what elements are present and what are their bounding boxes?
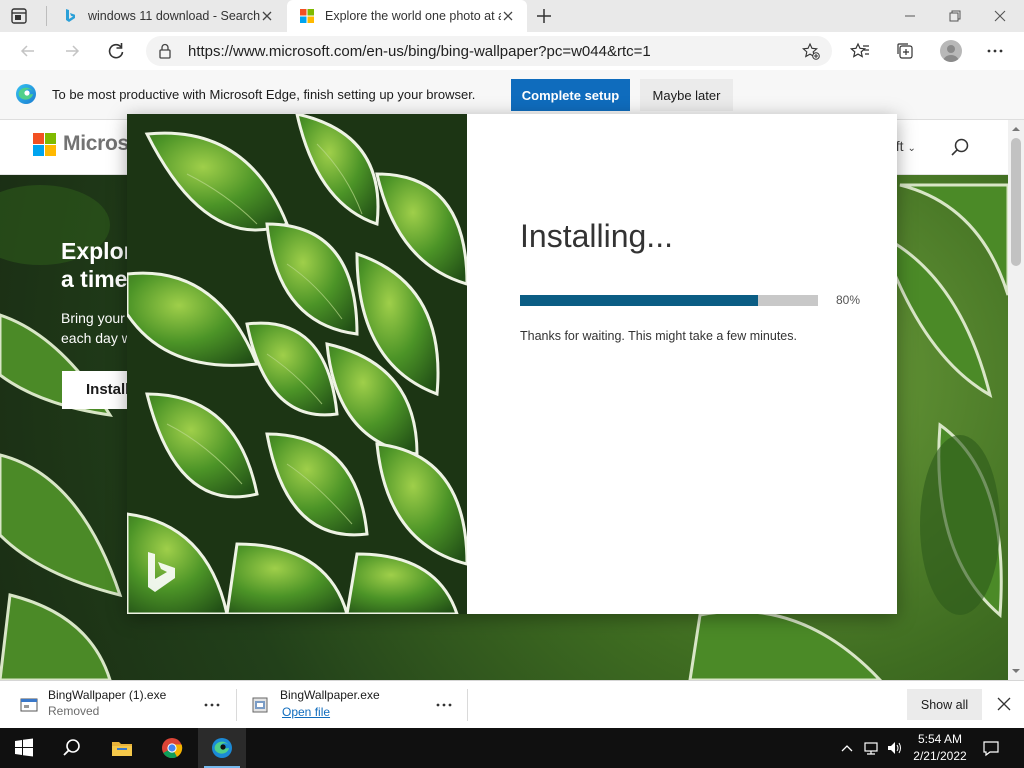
- profile-icon: [943, 45, 959, 62]
- favorites-icon[interactable]: [850, 41, 870, 61]
- clock-date: 2/21/2022: [913, 749, 967, 763]
- progress-percent: 80%: [836, 293, 861, 307]
- install-dialog: Installing... 80% Thanks for waiting. Th…: [127, 114, 897, 614]
- microsoft-favicon-icon: [300, 9, 314, 23]
- installing-title: Installing...: [520, 218, 673, 254]
- tab-strip: windows 11 download - Search Explore the…: [0, 0, 1024, 32]
- download-status: Removed: [48, 704, 100, 718]
- dialog-succulent-image: [127, 114, 467, 614]
- edge-icon: [212, 738, 232, 758]
- refresh-icon[interactable]: [106, 41, 126, 61]
- search-icon[interactable]: [950, 137, 970, 157]
- download-filename: BingWallpaper (1).exe: [48, 688, 167, 702]
- download-more-icon[interactable]: [201, 696, 223, 714]
- microsoft-logo-icon[interactable]: [33, 133, 56, 156]
- tab-separator: [46, 6, 47, 26]
- hero-subtitle: Bring your each day w: [61, 308, 131, 348]
- edge-logo-icon: [16, 84, 36, 104]
- show-all-downloads-button[interactable]: Show all: [907, 689, 982, 720]
- restore-icon[interactable]: [945, 6, 965, 26]
- installer-file-icon: [252, 697, 268, 713]
- start-button[interactable]: [0, 728, 48, 768]
- dialog-content: Installing... 80% Thanks for waiting. Th…: [467, 114, 897, 614]
- notification-icon[interactable]: [982, 739, 1000, 757]
- download-more-icon[interactable]: [433, 696, 455, 714]
- minimize-icon[interactable]: [900, 6, 920, 26]
- collections-icon[interactable]: [895, 41, 915, 61]
- setup-infobar: To be most productive with Microsoft Edg…: [0, 70, 1024, 120]
- download-divider: [467, 689, 468, 721]
- maybe-later-button[interactable]: Maybe later: [640, 79, 733, 111]
- exe-file-icon: [20, 698, 38, 712]
- install-wait-message: Thanks for waiting. This might take a fe…: [520, 329, 797, 343]
- back-arrow-icon[interactable]: [18, 41, 38, 61]
- new-tab-icon[interactable]: [535, 7, 553, 25]
- close-shelf-icon[interactable]: [996, 696, 1012, 712]
- forward-arrow-icon[interactable]: [62, 41, 82, 61]
- open-file-link[interactable]: Open file: [282, 705, 330, 719]
- scroll-down-icon[interactable]: [1008, 664, 1024, 678]
- chrome-button[interactable]: [148, 728, 196, 768]
- file-explorer-button[interactable]: [98, 728, 146, 768]
- download-shelf: BingWallpaper (1).exe Removed BingWallpa…: [0, 680, 1024, 728]
- close-tab-icon[interactable]: [501, 9, 515, 23]
- download-filename: BingWallpaper.exe: [280, 688, 380, 702]
- close-window-icon[interactable]: [990, 6, 1010, 26]
- hero-title-line: a time: [61, 266, 128, 292]
- tab-title: windows 11 download - Search: [88, 9, 261, 23]
- address-url[interactable]: https://www.microsoft.com/en-us/bing/bin…: [188, 43, 651, 60]
- folder-icon: [112, 742, 132, 756]
- taskbar-search-button[interactable]: [48, 728, 96, 768]
- download-item[interactable]: BingWallpaper (1).exe Removed: [0, 681, 236, 729]
- clock-time: 5:54 AM: [917, 732, 963, 746]
- succulent-photo: [127, 114, 467, 614]
- scrollbar-thumb[interactable]: [1011, 138, 1021, 266]
- chevron-down-icon: ⌄: [907, 143, 916, 154]
- volume-icon[interactable]: [886, 740, 902, 756]
- scroll-up-icon[interactable]: [1008, 122, 1024, 136]
- chevron-up-icon[interactable]: [839, 740, 855, 756]
- tab-actions-icon[interactable]: [10, 7, 28, 25]
- windows-logo-icon: [15, 738, 33, 757]
- bing-logo-icon: [148, 552, 175, 592]
- progress-fill: [520, 295, 759, 306]
- infobar-message: To be most productive with Microsoft Edg…: [52, 87, 476, 102]
- page-scrollbar[interactable]: [1008, 120, 1024, 680]
- network-icon[interactable]: [863, 740, 879, 756]
- close-tab-icon[interactable]: [260, 9, 274, 23]
- tab-search[interactable]: windows 11 download - Search: [50, 0, 286, 32]
- tab-title: Explore the world one photo at a time: [325, 9, 501, 23]
- lock-icon[interactable]: [158, 43, 172, 59]
- hero-title-line: Explor: [61, 238, 131, 264]
- chrome-icon: [162, 738, 183, 759]
- hero-subtitle-line: Bring your: [61, 310, 125, 326]
- bing-favicon-icon: [66, 9, 75, 22]
- download-item[interactable]: BingWallpaper.exe Open file: [237, 681, 467, 729]
- edge-taskbar-button[interactable]: [198, 728, 246, 768]
- add-favorite-icon[interactable]: [802, 42, 820, 60]
- hero-subtitle-line: each day w: [61, 330, 131, 346]
- complete-setup-button[interactable]: Complete setup: [511, 79, 630, 111]
- windows-taskbar: 5:54 AM 2/21/2022: [0, 728, 1024, 768]
- address-bar[interactable]: https://www.microsoft.com/en-us/bing/bin…: [146, 36, 832, 66]
- search-icon: [63, 739, 80, 756]
- browser-toolbar: https://www.microsoft.com/en-us/bing/bin…: [0, 32, 1024, 70]
- profile-avatar[interactable]: [940, 40, 962, 62]
- system-clock[interactable]: 5:54 AM 2/21/2022: [910, 731, 970, 765]
- more-options-icon[interactable]: [985, 41, 1005, 61]
- hero-title: Explor a time: [61, 237, 131, 293]
- install-progress-bar: [520, 295, 818, 306]
- tab-bing-wallpaper[interactable]: Explore the world one photo at a time: [287, 0, 527, 32]
